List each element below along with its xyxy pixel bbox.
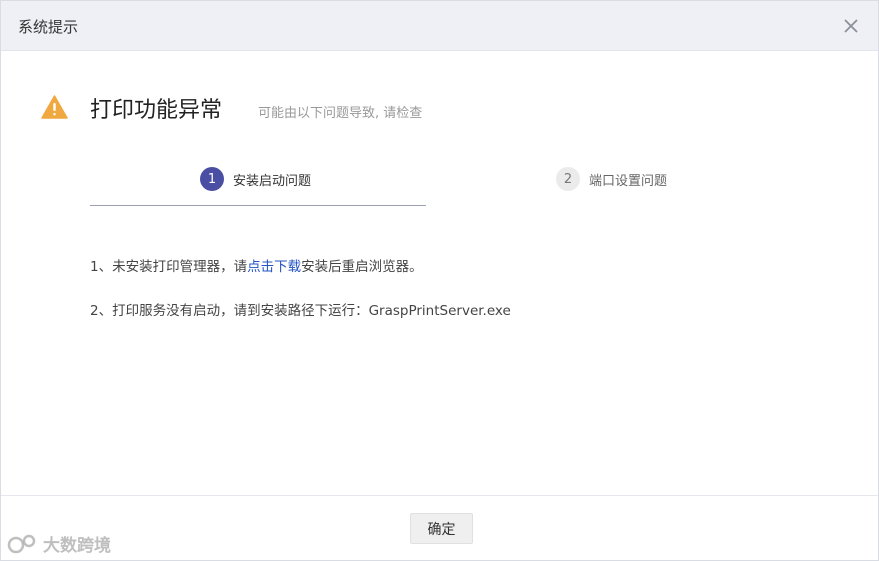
active-step-underline <box>90 205 426 206</box>
watermark-text: 大数跨境 <box>43 536 111 556</box>
step-install-startup[interactable]: 1 安装启动问题 <box>200 167 311 191</box>
step-label: 安装启动问题 <box>233 173 312 189</box>
instruction-line-2: 2、打印服务没有启动，请到安装路径下运行：GraspPrintServer.ex… <box>90 303 511 319</box>
dialog-title: 系统提示 <box>18 18 79 36</box>
step-port-settings[interactable]: 2 端口设置问题 <box>556 167 667 191</box>
watermark-logo-icon <box>7 534 36 553</box>
close-icon[interactable] <box>842 17 860 35</box>
instruction-text: 1、未安装打印管理器，请 <box>90 259 248 275</box>
download-link[interactable]: 点击下载 <box>247 259 301 275</box>
step-label: 端口设置问题 <box>589 173 668 189</box>
step-number-badge: 1 <box>200 167 224 191</box>
instruction-text: 安装后重启浏览器。 <box>301 259 423 275</box>
step-number-badge: 2 <box>556 167 580 191</box>
watermark: 大数跨境 <box>7 531 111 556</box>
system-dialog: 系统提示 打印功能异常 可能由以下问题导致, 请检查 1 安装启动问题 2 端口… <box>0 0 879 561</box>
error-subtitle: 可能由以下问题导致, 请检查 <box>258 106 423 121</box>
footer-divider <box>1 495 878 496</box>
instruction-line-1: 1、未安装打印管理器，请点击下载安装后重启浏览器。 <box>90 255 423 275</box>
error-title: 打印功能异常 <box>90 98 223 123</box>
warning-triangle-icon <box>41 95 68 119</box>
dialog-header: 系统提示 <box>1 1 878 51</box>
confirm-button[interactable]: 确定 <box>410 513 473 544</box>
